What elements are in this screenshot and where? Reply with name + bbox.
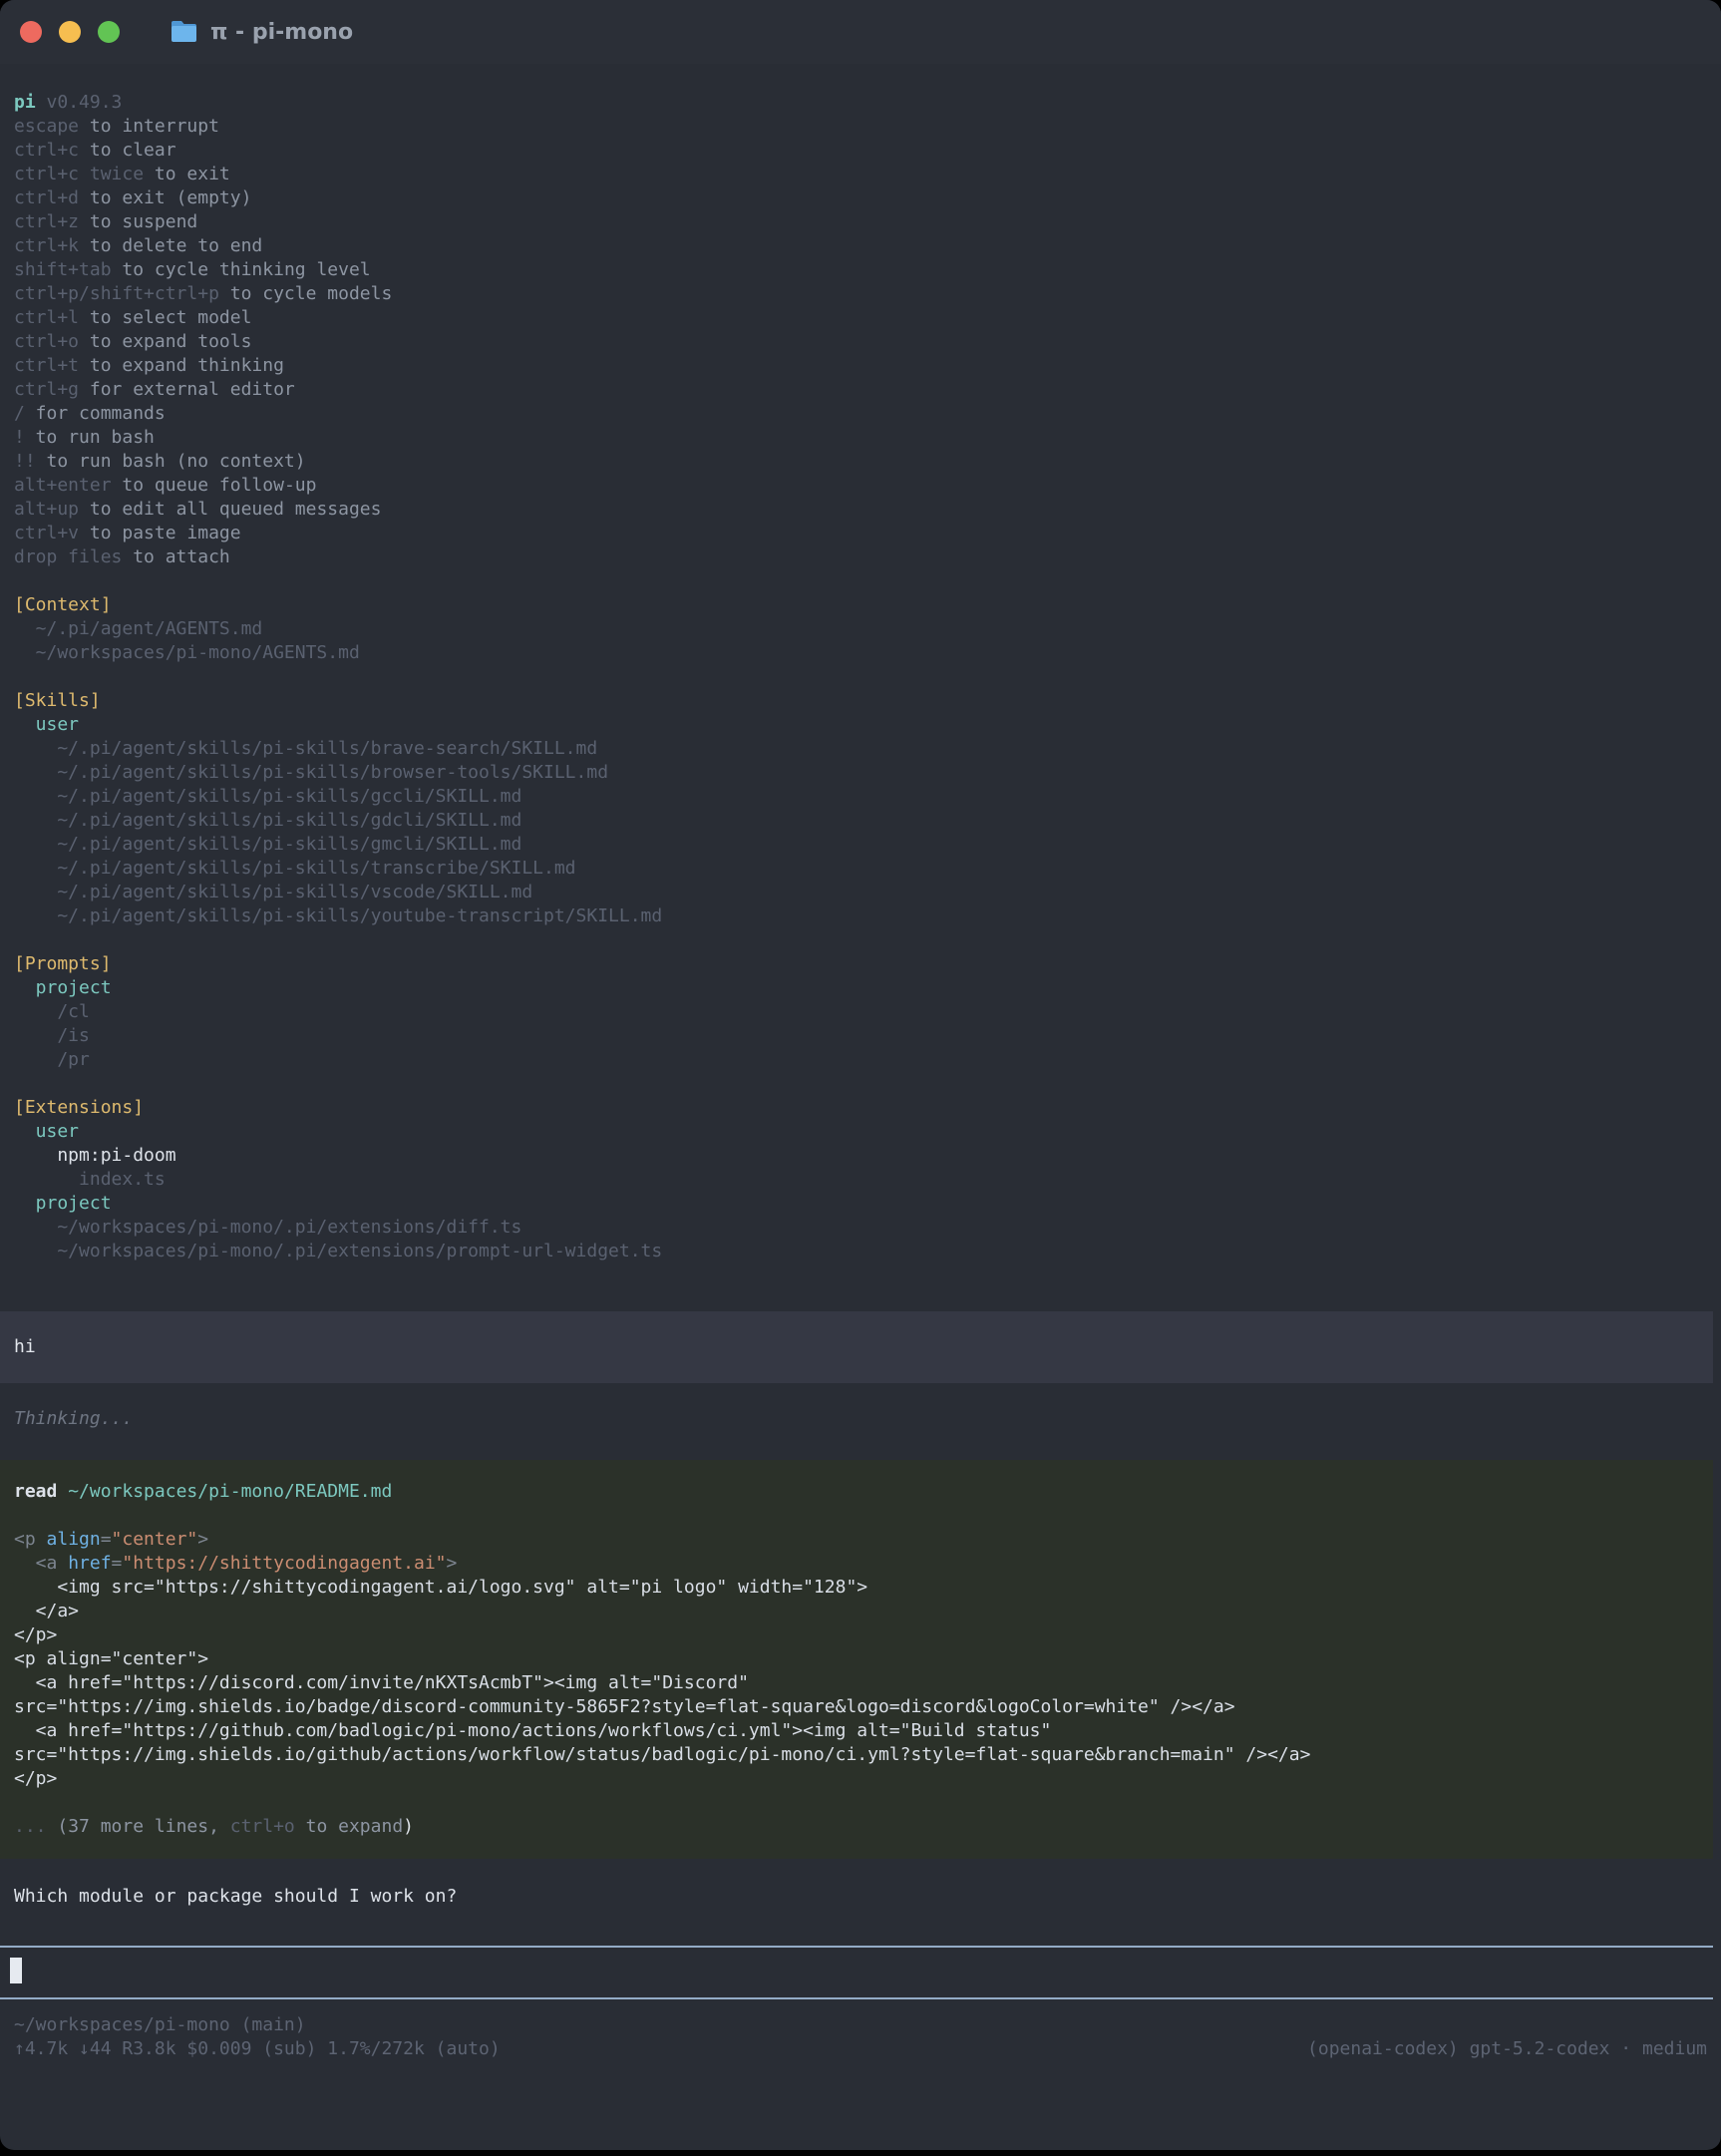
shortcut-line: escape to interrupt xyxy=(0,115,1721,139)
section-item: project xyxy=(0,1192,1721,1216)
shortcut-line: ctrl+o to expand tools xyxy=(0,330,1721,354)
code-line: <p align="center"> xyxy=(0,1528,1713,1552)
tool-output-code: <p align="center"> <a href="https://shit… xyxy=(0,1528,1713,1791)
section-item: /is xyxy=(0,1024,1721,1048)
code-line: src="https://img.shields.io/github/actio… xyxy=(0,1743,1713,1767)
shortcut-line: ctrl+g for external editor xyxy=(0,378,1721,402)
section-item: ~/.pi/agent/skills/pi-skills/vscode/SKIL… xyxy=(0,881,1721,904)
window-title: π - pi-mono xyxy=(210,20,353,45)
section-header: [Context] xyxy=(0,593,1721,617)
shortcut-line: / for commands xyxy=(0,402,1721,426)
app-version-line: pi v0.49.3 xyxy=(0,91,1721,115)
section-item: ~/workspaces/pi-mono/.pi/extensions/diff… xyxy=(0,1216,1721,1240)
status-model: (openai-codex) gpt-5.2-codex · medium xyxy=(1307,2037,1707,2061)
tool-call-header: read ~/workspaces/pi-mono/README.md xyxy=(0,1480,1713,1504)
shortcut-line: alt+up to edit all queued messages xyxy=(0,498,1721,522)
shortcut-line: ctrl+d to exit (empty) xyxy=(0,186,1721,210)
window-titlebar: π - pi-mono xyxy=(0,0,1721,64)
shortcut-line: ctrl+c to clear xyxy=(0,139,1721,163)
code-line: src="https://img.shields.io/badge/discor… xyxy=(0,1695,1713,1719)
zoom-window-button[interactable] xyxy=(98,21,120,43)
truncation-notice: ... (37 more lines, ctrl+o to expand) xyxy=(0,1815,1713,1839)
shortcut-line: ctrl+p/shift+ctrl+p to cycle models xyxy=(0,282,1721,306)
code-line: <a href="https://github.com/badlogic/pi-… xyxy=(0,1719,1713,1743)
section-item: ~/.pi/agent/skills/pi-skills/gccli/SKILL… xyxy=(0,785,1721,809)
shortcut-line: ctrl+k to delete to end xyxy=(0,234,1721,258)
section-header: [Prompts] xyxy=(0,952,1721,976)
section-item: ~/.pi/agent/skills/pi-skills/browser-too… xyxy=(0,761,1721,785)
section-item: index.ts xyxy=(0,1168,1721,1192)
section-item: project xyxy=(0,976,1721,1000)
text-cursor xyxy=(10,1958,22,1983)
section-item: ~/.pi/agent/skills/pi-skills/transcribe/… xyxy=(0,857,1721,881)
section-header: [Skills] xyxy=(0,689,1721,713)
section-item: /cl xyxy=(0,1000,1721,1024)
folder-icon xyxy=(171,20,198,44)
startup-sections: [Context] ~/.pi/agent/AGENTS.md ~/worksp… xyxy=(0,593,1721,1263)
code-line: <a href="https://shittycodingagent.ai"> xyxy=(0,1552,1713,1576)
shortcut-line: ctrl+v to paste image xyxy=(0,522,1721,545)
code-line: <img src="https://shittycodingagent.ai/l… xyxy=(0,1576,1713,1600)
section-item: ~/.pi/agent/skills/pi-skills/brave-searc… xyxy=(0,737,1721,761)
section-item: ~/workspaces/pi-mono/AGENTS.md xyxy=(0,641,1721,665)
code-line: </p> xyxy=(0,1767,1713,1791)
user-message: hi xyxy=(0,1311,1713,1383)
shortcut-line: ctrl+c twice to exit xyxy=(0,163,1721,186)
status-row: ↑4.7k ↓44 R3.8k $0.009 (sub) 1.7%/272k (… xyxy=(0,2037,1721,2061)
section-item: ~/.pi/agent/AGENTS.md xyxy=(0,617,1721,641)
user-message-text: hi xyxy=(14,1336,36,1357)
code-line: <p align="center"> xyxy=(0,1647,1713,1671)
shortcut-line: ctrl+z to suspend xyxy=(0,210,1721,234)
thinking-indicator: Thinking... xyxy=(0,1407,1721,1431)
section-item: ~/.pi/agent/skills/pi-skills/gdcli/SKILL… xyxy=(0,809,1721,833)
shortcut-line: ctrl+l to select model xyxy=(0,306,1721,330)
close-window-button[interactable] xyxy=(20,21,42,43)
tool-name: read xyxy=(14,1481,57,1502)
code-line: </a> xyxy=(0,1600,1713,1623)
shortcut-line: shift+tab to cycle thinking level xyxy=(0,258,1721,282)
minimize-window-button[interactable] xyxy=(59,21,81,43)
assistant-message: Which module or package should I work on… xyxy=(0,1885,1721,1909)
status-cwd: ~/workspaces/pi-mono (main) xyxy=(0,2013,1721,2037)
tool-arg-path: ~/workspaces/pi-mono/README.md xyxy=(68,1481,392,1502)
status-bar: ~/workspaces/pi-mono (main) ↑4.7k ↓44 R3… xyxy=(0,2013,1721,2061)
prompt-input[interactable] xyxy=(0,1946,1713,1999)
code-line: <a href="https://discord.com/invite/nKXT… xyxy=(0,1671,1713,1695)
section-item: npm:pi-doom xyxy=(0,1144,1721,1168)
terminal-window: π - pi-mono pi v0.49.3escape to interrup… xyxy=(0,0,1721,2150)
help-text: pi v0.49.3escape to interruptctrl+c to c… xyxy=(0,91,1721,569)
section-item: ~/.pi/agent/skills/pi-skills/youtube-tra… xyxy=(0,904,1721,928)
tool-call-read: read ~/workspaces/pi-mono/README.md <p a… xyxy=(0,1460,1713,1859)
shortcut-line: !! to run bash (no context) xyxy=(0,450,1721,474)
section-item: ~/.pi/agent/skills/pi-skills/gmcli/SKILL… xyxy=(0,833,1721,857)
section-item: user xyxy=(0,1120,1721,1144)
code-line: </p> xyxy=(0,1623,1713,1647)
section-item: ~/workspaces/pi-mono/.pi/extensions/prom… xyxy=(0,1240,1721,1263)
shortcut-line: ctrl+t to expand thinking xyxy=(0,354,1721,378)
shortcut-line: alt+enter to queue follow-up xyxy=(0,474,1721,498)
terminal-content: pi v0.49.3escape to interruptctrl+c to c… xyxy=(0,64,1721,2061)
shortcut-line: drop files to attach xyxy=(0,545,1721,569)
section-item: /pr xyxy=(0,1048,1721,1072)
section-item: user xyxy=(0,713,1721,737)
status-usage: ↑4.7k ↓44 R3.8k $0.009 (sub) 1.7%/272k (… xyxy=(14,2037,501,2061)
shortcut-line: ! to run bash xyxy=(0,426,1721,450)
section-header: [Extensions] xyxy=(0,1096,1721,1120)
